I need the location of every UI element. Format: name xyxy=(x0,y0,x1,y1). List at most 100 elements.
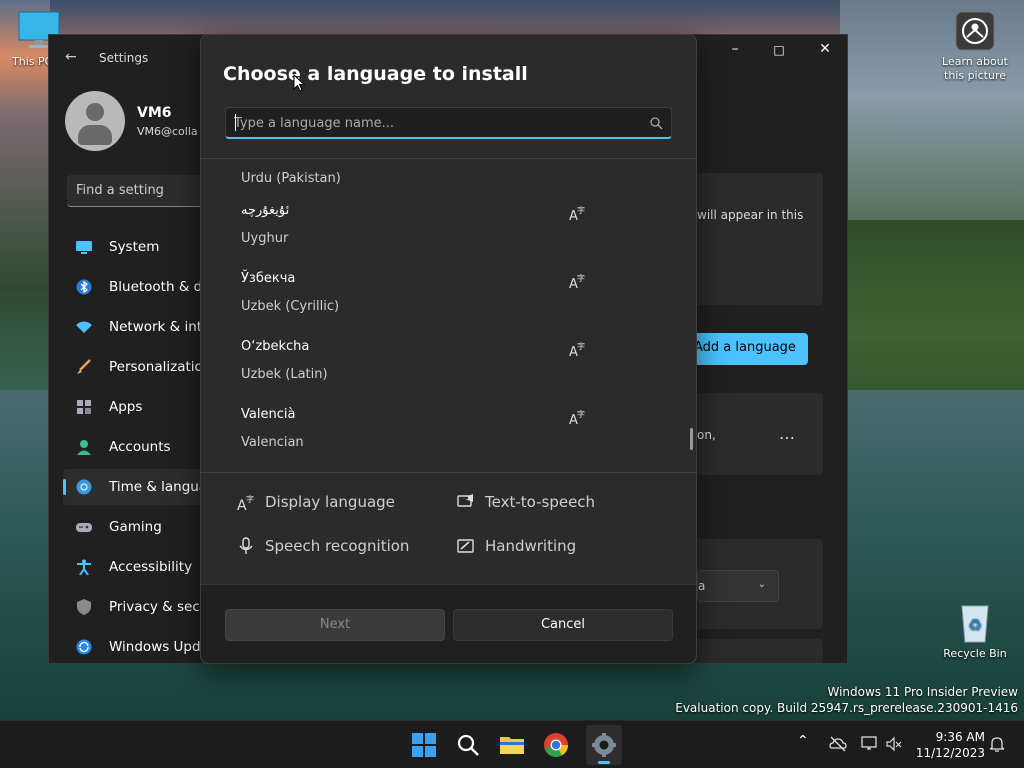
avatar-head xyxy=(86,103,104,121)
volume-muted-icon[interactable] xyxy=(885,735,903,753)
nav-item-privacy[interactable]: Privacy & security xyxy=(63,589,203,625)
svg-text:字: 字 xyxy=(577,409,585,419)
svg-text:字: 字 xyxy=(577,273,585,283)
microphone-icon xyxy=(239,537,253,554)
language-english-name: Uyghur xyxy=(241,231,289,246)
nav-item-bluetooth[interactable]: Bluetooth & devices xyxy=(63,269,203,305)
file-explorer-icon[interactable] xyxy=(498,731,526,759)
onedrive-offline-icon[interactable] xyxy=(829,735,847,753)
next-button[interactable]: Next xyxy=(225,609,445,641)
svg-text:字: 字 xyxy=(246,494,254,504)
language-native-name: Ўзбекча xyxy=(241,271,296,286)
nav-label: Personalization xyxy=(109,359,203,375)
person-icon xyxy=(77,440,91,455)
nav-item-time-language[interactable]: Time & language xyxy=(63,469,203,505)
nav-item-system[interactable]: System xyxy=(63,229,203,265)
more-options-icon[interactable]: … xyxy=(779,424,795,443)
svg-text:字: 字 xyxy=(577,205,585,215)
language-item[interactable]: Ўзбекча Uzbek (Cyrillic) A字 xyxy=(201,259,696,327)
taskbar: ⌃ 9:36 AM 11/12/2023 xyxy=(0,720,1024,768)
taskbar-active-settings[interactable] xyxy=(586,725,622,765)
add-language-label: Add a language xyxy=(694,340,796,355)
apps-icon xyxy=(77,400,91,414)
cancel-button[interactable]: Cancel xyxy=(453,609,673,641)
language-native-name: Valencià xyxy=(241,407,296,422)
minimize-icon[interactable]: – xyxy=(715,41,755,57)
network-icon[interactable] xyxy=(861,735,879,753)
language-search-input[interactable] xyxy=(234,114,634,132)
globe-clock-icon xyxy=(76,479,92,495)
monitor-icon xyxy=(76,241,92,254)
nav-item-accessibility[interactable]: Accessibility xyxy=(63,549,203,585)
nav-label: Gaming xyxy=(109,519,162,535)
update-icon xyxy=(76,639,92,655)
language-list[interactable]: Urdu (Pakistan) ئۇيغۇرچە Uyghur A字 Ўзбек… xyxy=(201,158,696,471)
desktop-icon-label: Learn about this picture xyxy=(942,55,1008,82)
chevron-up-icon[interactable]: ⌃ xyxy=(797,733,815,751)
display-language-icon: A字 xyxy=(569,341,585,357)
svg-text:♻: ♻ xyxy=(968,615,982,634)
shield-icon xyxy=(77,599,91,615)
feature-label: Handwriting xyxy=(485,537,577,555)
clock-date: 11/12/2023 xyxy=(915,746,985,760)
notification-bell-icon[interactable] xyxy=(988,735,1006,753)
language-item[interactable]: Valencià Valencian A字 xyxy=(201,395,696,463)
bluetooth-icon xyxy=(76,279,92,295)
maximize-icon[interactable]: □ xyxy=(759,43,799,57)
desktop-icon-learn-about-picture[interactable]: Learn about this picture xyxy=(938,10,1012,83)
desktop-icon-label: This PC xyxy=(12,55,48,68)
settings-title: Settings xyxy=(99,51,149,65)
info-text: will appear in this xyxy=(697,208,804,222)
chrome-icon[interactable] xyxy=(542,731,570,759)
svg-text:字: 字 xyxy=(577,341,585,351)
list-scrollbar[interactable] xyxy=(690,428,693,450)
nav-item-apps[interactable]: Apps xyxy=(63,389,203,425)
nav-item-accounts[interactable]: Accounts xyxy=(63,429,203,465)
avatar[interactable] xyxy=(65,91,125,151)
gamepad-icon xyxy=(76,523,92,532)
evaluation-watermark: Windows 11 Pro Insider Preview Evaluatio… xyxy=(675,684,1018,716)
language-search-box[interactable] xyxy=(225,107,672,139)
recycle-bin-icon: ♻ xyxy=(961,605,989,643)
display-language-icon: A字 xyxy=(569,273,585,289)
clock-time: 9:36 AM xyxy=(935,730,985,744)
nav-item-personalization[interactable]: Personalization xyxy=(63,349,203,385)
mouse-cursor-icon xyxy=(293,74,305,92)
accessibility-icon xyxy=(77,559,91,575)
handwriting-icon xyxy=(457,539,474,553)
nav-item-gaming[interactable]: Gaming xyxy=(63,509,203,545)
nav-label: Time & language xyxy=(109,479,203,495)
search-icon[interactable] xyxy=(454,731,482,759)
language-english-name: Uzbek (Latin) xyxy=(241,367,328,382)
language-english-name: Valencian xyxy=(241,435,304,450)
brush-icon xyxy=(77,359,91,374)
add-language-button[interactable]: Add a language xyxy=(694,333,808,365)
nav-item-windows-update[interactable]: Windows Update xyxy=(63,629,203,665)
display-language-icon: A字 xyxy=(569,205,585,221)
language-item[interactable]: O‘zbekcha Uzbek (Latin) A字 xyxy=(201,327,696,395)
avatar-body xyxy=(78,125,112,145)
choose-language-dialog: Choose a language to install Urdu (Pakis… xyxy=(200,34,697,664)
back-arrow-icon[interactable]: ← xyxy=(65,49,77,65)
watermark-line2: Evaluation copy. Build 25947.rs_prerelea… xyxy=(675,701,1018,715)
nav-label: Bluetooth & devices xyxy=(109,279,203,295)
dropdown-value: a xyxy=(698,579,706,593)
close-icon[interactable]: ✕ xyxy=(805,41,845,57)
dropdown[interactable]: a ⌄ xyxy=(697,570,779,602)
clock[interactable]: 9:36 AM 11/12/2023 xyxy=(913,729,985,761)
nav-label: System xyxy=(109,239,160,255)
find-setting-input[interactable]: Find a setting xyxy=(67,175,217,207)
feature-label: Speech recognition xyxy=(265,537,410,555)
desktop-icon-label: Recycle Bin xyxy=(943,647,1007,660)
text-caret xyxy=(235,114,236,131)
nav-label: Accounts xyxy=(109,439,171,455)
language-native-name: O‘zbekcha xyxy=(241,339,310,354)
start-icon[interactable] xyxy=(410,731,438,759)
user-email: VM6@collab xyxy=(137,125,197,138)
desktop-icon-recycle-bin[interactable]: ♻ Recycle Bin xyxy=(940,600,1010,661)
language-item[interactable]: ئۇيغۇرچە Uyghur A字 xyxy=(201,191,696,259)
language-native-name: ئۇيغۇرچە xyxy=(241,203,290,218)
nav-label: Apps xyxy=(109,399,143,415)
nav-label: Network & internet xyxy=(109,319,203,335)
nav-item-network[interactable]: Network & internet xyxy=(63,309,203,345)
